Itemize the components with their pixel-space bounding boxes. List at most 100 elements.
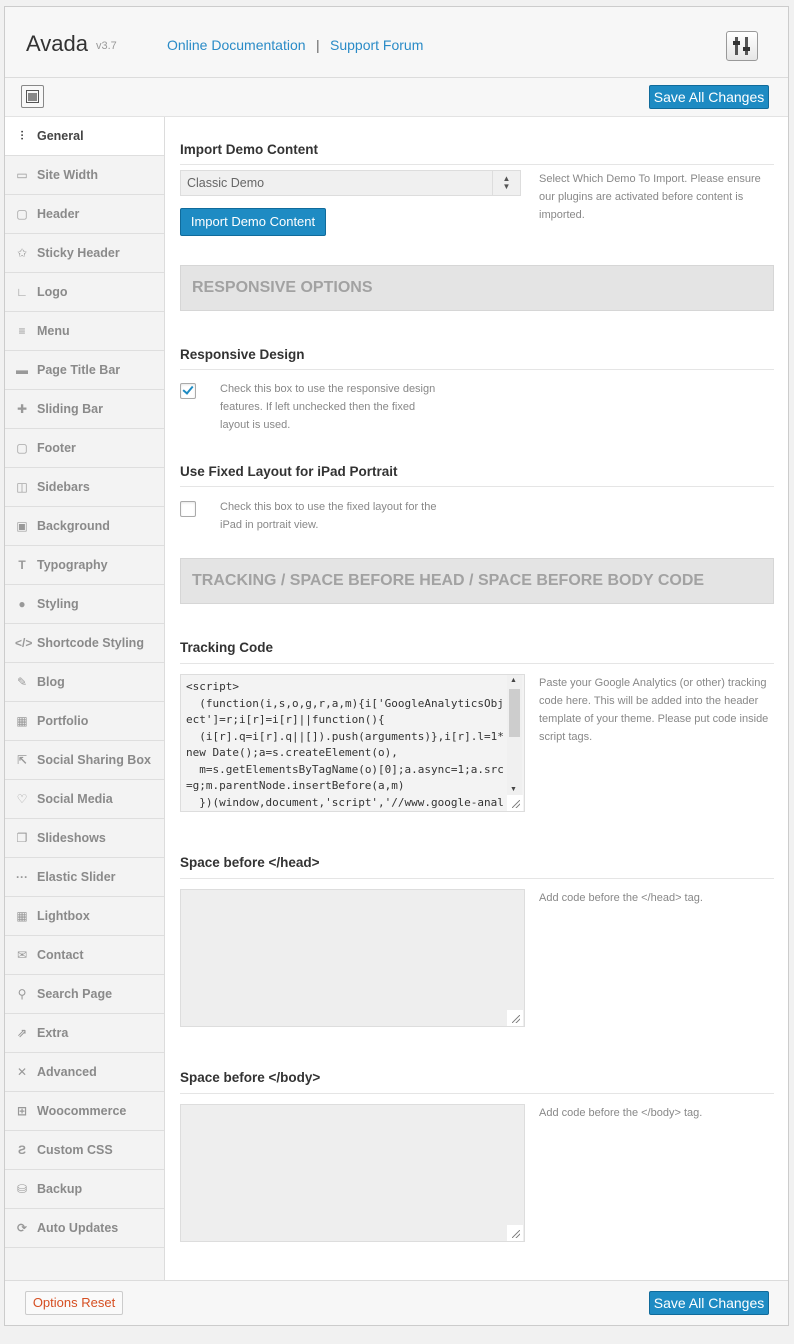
sidebar-item-slideshows[interactable]: ❐ Slideshows — [5, 819, 164, 858]
tracking-code-textarea[interactable]: <script> (function(i,s,o,g,r,a,m){i['Goo… — [180, 674, 525, 812]
sidebar-item-styling[interactable]: ● Styling — [5, 585, 164, 624]
sidebar-item-background[interactable]: ▣ Background — [5, 507, 164, 546]
responsive-design-checkbox[interactable] — [180, 383, 196, 399]
sidebar-item-label: Shortcode Styling — [37, 636, 144, 650]
sidebar-item-label: Woocommerce — [37, 1104, 127, 1118]
space-head-textarea[interactable] — [180, 889, 525, 1027]
sidebar-item-label: Menu — [37, 324, 70, 338]
space-body-title: Space before </body> — [180, 1070, 321, 1085]
heart-icon: ♡ — [16, 792, 28, 806]
divider — [180, 486, 774, 487]
resize-handle-icon[interactable] — [507, 1225, 523, 1241]
sidebar-item-lightbox[interactable]: ▦ Lightbox — [5, 897, 164, 936]
sidebar-item-label: Search Page — [37, 987, 113, 1001]
sidebar-item-sidebars[interactable]: ◫ Sidebars — [5, 468, 164, 507]
scroll-up-icon: ▲ — [510, 677, 517, 684]
scroll-thumb[interactable] — [509, 689, 520, 737]
sidebar-item-general[interactable]: ⫶ General — [5, 117, 164, 156]
sidebar-item-custom-css[interactable]: Ƨ Custom CSS — [5, 1131, 164, 1170]
responsive-design-description: Check this box to use the responsive des… — [220, 383, 436, 431]
sidebar-item-label: Background — [37, 519, 110, 533]
sidebar-item-elastic-slider[interactable]: ··· Elastic Slider — [5, 858, 164, 897]
sidebar-item-woocommerce[interactable]: ⊞ Woocommerce — [5, 1092, 164, 1131]
import-demo-button[interactable]: Import Demo Content — [180, 208, 326, 236]
sidebar-item-extra[interactable]: ⇗ Extra — [5, 1014, 164, 1053]
sidebar-item-blog[interactable]: ✎ Blog — [5, 663, 164, 702]
sidebar-item-label: Elastic Slider — [37, 870, 116, 884]
save-all-changes-button-bottom[interactable]: Save All Changes — [649, 1291, 769, 1315]
sidebar-item-social-sharing-box[interactable]: ⇱ Social Sharing Box — [5, 741, 164, 780]
external-icon: ⇗ — [16, 1026, 28, 1040]
sidebar-item-label: Social Media — [37, 792, 113, 806]
sidebar-item-label: General — [37, 129, 84, 143]
plus-icon: ✚ — [16, 402, 28, 416]
sidebar-item-contact[interactable]: ✉ Contact — [5, 936, 164, 975]
version-label: v3.7 — [96, 40, 117, 52]
resize-handle-icon[interactable] — [507, 1010, 523, 1026]
divider — [180, 1093, 774, 1094]
sidebar-item-page-title-bar[interactable]: ▬ Page Title Bar — [5, 351, 164, 390]
drop-icon: ● — [18, 597, 26, 611]
code-icon: </> — [15, 636, 33, 650]
options-sidebar: ⫶ General ▭ Site Width ▢ Header ✩ Sticky Header… — [5, 117, 165, 1280]
footer-icon: ▢ — [16, 441, 28, 455]
sidebar-item-footer[interactable]: ▢ Footer — [5, 429, 164, 468]
sliders-icon: ⫶ — [20, 129, 24, 143]
brand-title: Avada — [26, 31, 88, 56]
tracking-banner: TRACKING / SPACE BEFORE HEAD / SPACE BEF… — [180, 558, 774, 604]
sidebar-item-portfolio[interactable]: ▦ Portfolio — [5, 702, 164, 741]
sidebar-item-auto-updates[interactable]: ⟳ Auto Updates — [5, 1209, 164, 1248]
sidebar-item-search-page[interactable]: ⚲ Search Page — [5, 975, 164, 1014]
expand-all-button[interactable] — [21, 85, 44, 108]
share-icon: ⇱ — [16, 753, 28, 767]
settings-toggle-button[interactable] — [726, 31, 758, 61]
sidebar-item-label: Advanced — [37, 1065, 97, 1079]
space-body-description: Add code before the </body> tag. — [539, 1107, 703, 1119]
text-icon: T — [18, 558, 26, 572]
textarea-scrollbar[interactable]: ▲ ▼ — [507, 675, 522, 795]
sidebar-item-shortcode-styling[interactable]: </> Shortcode Styling — [5, 624, 164, 663]
sidebar-item-social-media[interactable]: ♡ Social Media — [5, 780, 164, 819]
title-bar-icon: ▬ — [16, 363, 28, 377]
dots-icon: ··· — [16, 870, 28, 884]
demo-select[interactable]: Classic Demo ▲ ▼ — [180, 170, 521, 196]
online-documentation-link[interactable]: Online Documentation — [167, 37, 306, 53]
sidebar-item-site-width[interactable]: ▭ Site Width — [5, 156, 164, 195]
options-reset-button[interactable]: Options Reset — [25, 1291, 123, 1315]
sidebar-item-label: Slideshows — [37, 831, 106, 845]
sidebar-item-label: Page Title Bar — [37, 363, 121, 377]
divider — [180, 663, 774, 664]
space-body-textarea[interactable] — [180, 1104, 525, 1242]
sidebar-item-label: Auto Updates — [37, 1221, 119, 1235]
panel-header: Avada v3.7 Online Documentation | Suppor… — [5, 7, 788, 78]
fixed-ipad-checkbox[interactable] — [180, 501, 196, 517]
save-all-changes-button-top[interactable]: Save All Changes — [649, 85, 769, 109]
sidebar-item-sticky-header[interactable]: ✩ Sticky Header — [5, 234, 164, 273]
sidebar-item-backup[interactable]: ⛁ Backup — [5, 1170, 164, 1209]
support-forum-link[interactable]: Support Forum — [330, 37, 423, 53]
sidebar-item-header[interactable]: ▢ Header — [5, 195, 164, 234]
lightbox-icon: ▦ — [16, 909, 28, 923]
sidebar-item-menu[interactable]: ≡ Menu — [5, 312, 164, 351]
sidebar-item-label: Blog — [37, 675, 65, 689]
sidebar-item-label: Portfolio — [37, 714, 89, 728]
header-icon: ▢ — [16, 207, 28, 221]
logo-icon: ∟ — [16, 285, 28, 299]
sidebar-item-label: Sliding Bar — [37, 402, 103, 416]
sidebar-item-typography[interactable]: T Typography — [5, 546, 164, 585]
sidebar-item-sliding-bar[interactable]: ✚ Sliding Bar — [5, 390, 164, 429]
responsive-design-title: Responsive Design — [180, 347, 305, 362]
sidebar-item-label: Logo — [37, 285, 68, 299]
space-head-description: Add code before the </head> tag. — [539, 892, 703, 904]
sidebar-item-label: Custom CSS — [37, 1143, 113, 1157]
responsive-options-banner: RESPONSIVE OPTIONS — [180, 265, 774, 311]
css-icon: Ƨ — [17, 1143, 26, 1157]
link-separator: | — [316, 37, 320, 53]
sidebar-item-advanced[interactable]: ✕ Advanced — [5, 1053, 164, 1092]
sidebar-item-logo[interactable]: ∟ Logo — [5, 273, 164, 312]
mail-icon: ✉ — [16, 948, 28, 962]
sliders-settings-icon — [733, 37, 750, 55]
resize-handle-icon[interactable] — [507, 795, 523, 811]
tracking-code-description: Paste your Google Analytics (or other) t… — [539, 677, 769, 743]
cart-icon: ⊞ — [16, 1104, 28, 1118]
